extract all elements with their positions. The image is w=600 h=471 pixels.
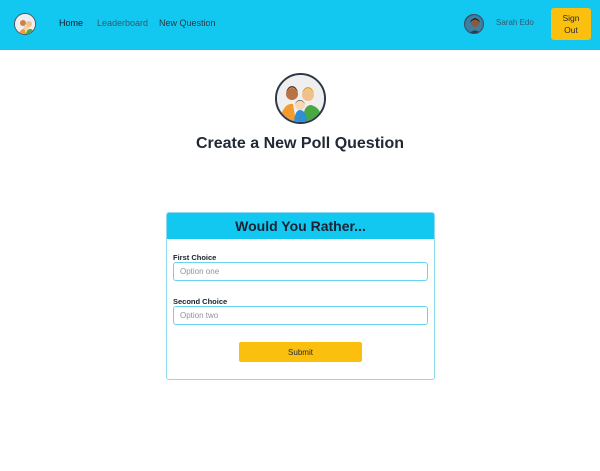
new-question-card: Would You Rather... First Choice Second …	[166, 212, 435, 380]
second-choice-input[interactable]	[173, 306, 428, 325]
card-header: Would You Rather...	[167, 213, 434, 239]
app-logo-icon	[14, 13, 36, 35]
user-name: Sarah Edo	[496, 18, 534, 27]
user-avatar-icon	[464, 14, 484, 34]
sign-out-button[interactable]: Sign Out	[551, 8, 591, 40]
second-choice-label: Second Choice	[173, 297, 228, 306]
nav-home-link[interactable]: Home	[59, 18, 83, 28]
submit-button[interactable]: Submit	[239, 342, 362, 362]
nav-leaderboard-link[interactable]: Leaderboard	[97, 18, 148, 28]
page-title: Create a New Poll Question	[195, 135, 405, 152]
first-choice-label: First Choice	[173, 253, 217, 262]
first-choice-input[interactable]	[173, 262, 428, 281]
nav-new-question-link[interactable]: New Question	[159, 18, 216, 28]
group-avatar-icon	[275, 73, 326, 124]
top-navbar: Home Leaderboard New Question Sarah Edo …	[0, 0, 600, 50]
